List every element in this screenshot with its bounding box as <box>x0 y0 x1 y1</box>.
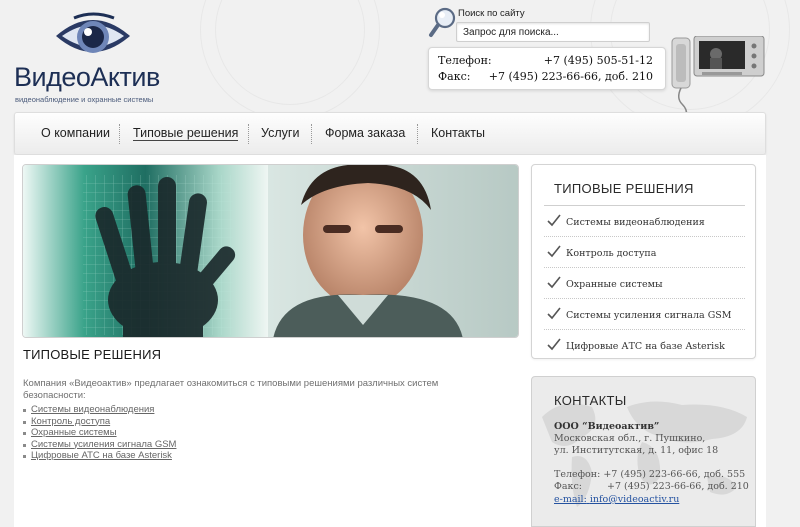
site-logo[interactable]: ВидеоАктив видеонаблюдение и охранные си… <box>14 12 184 104</box>
sidebar-item-label[interactable]: Контроль доступа <box>566 248 656 259</box>
fax-value: +7 (495) 223-66-66, доб. 210 <box>607 481 749 492</box>
checkmark-icon <box>547 276 561 289</box>
list-item[interactable]: Контроль доступа <box>22 416 176 428</box>
sidebar-item[interactable]: Контроль доступа <box>544 237 745 268</box>
intercom-phone-image <box>671 36 765 117</box>
phone-label: Телефон: <box>554 469 601 480</box>
contacts-sidebar: КОНТАКТЫ ООО “Видеоактив” Московская обл… <box>531 376 756 527</box>
nav-item-order-form[interactable]: Форма заказа <box>325 126 405 140</box>
email-link[interactable]: e-mail: info@videoactiv.ru <box>554 494 679 505</box>
sidebar-item[interactable]: Цифровые АТС на базе Asterisk <box>544 330 745 361</box>
email-label: e-mail: <box>554 494 587 505</box>
checkmark-icon <box>547 338 561 351</box>
checkmark-icon <box>547 214 561 227</box>
nav-item-about[interactable]: О компании <box>41 126 110 140</box>
fax-row: Факс: +7 (495) 223-66-66, доб. 210 <box>554 481 749 492</box>
nav-separator <box>311 124 312 144</box>
sidebar-item[interactable]: Охранные системы <box>544 268 745 299</box>
search-label: Поиск по сайту <box>458 8 525 19</box>
header-fax-row: Факс: +7 (495) 223-66-66, доб. 210 <box>438 70 653 86</box>
nav-item-services[interactable]: Услуги <box>261 126 299 140</box>
checkmark-icon <box>547 245 561 258</box>
site-search: Поиск по сайту <box>428 6 650 42</box>
sidebar-item-label[interactable]: Системы усиления сигнала GSM <box>566 310 732 321</box>
nav-separator <box>248 124 249 144</box>
list-item[interactable]: Системы усиления сигнала GSM <box>22 439 176 451</box>
solution-link[interactable]: Системы видеонаблюдения <box>31 404 154 415</box>
phone-value: +7 (495) 223-66-66, доб. 555 <box>603 469 746 480</box>
contacts-title: КОНТАКТЫ <box>554 393 627 408</box>
hero-banner-image <box>22 164 519 338</box>
logo-tagline: видеонаблюдение и охранные системы <box>15 95 154 104</box>
sidebar-item[interactable]: Системы усиления сигнала GSM <box>544 299 745 330</box>
nav-separator <box>119 124 120 144</box>
sidebar-item-label[interactable]: Системы видеонаблюдения <box>566 217 705 228</box>
nav-item-solutions[interactable]: Типовые решения <box>133 126 239 141</box>
checkmark-icon <box>547 307 561 320</box>
sidebar-item-label[interactable]: Охранные системы <box>566 279 663 290</box>
sidebar-title: ТИПОВЫЕ РЕШЕНИЯ <box>554 181 694 196</box>
nav-item-contacts[interactable]: Контакты <box>431 126 485 140</box>
solutions-link-list: Системы видеонаблюдения Контроль доступа… <box>22 404 176 462</box>
header-fax-value: +7 (495) 223-66-66, доб. 210 <box>488 70 653 83</box>
solutions-sidebar: ТИПОВЫЕ РЕШЕНИЯ Системы видеонаблюдения … <box>531 164 756 359</box>
eye-logo-icon <box>56 12 130 53</box>
solution-link[interactable]: Системы усиления сигнала GSM <box>31 439 176 450</box>
list-item[interactable]: Цифровые АТС на базе Asterisk <box>22 450 176 462</box>
sidebar-item[interactable]: Системы видеонаблюдения <box>544 206 745 237</box>
banner-illustration <box>23 165 518 337</box>
address-line-1: Московская обл., г. Пушкино, <box>554 433 706 444</box>
header-phone-label: Телефон: <box>438 54 492 67</box>
solution-link[interactable]: Контроль доступа <box>31 416 110 427</box>
sidebar-item-label[interactable]: Цифровые АТС на базе Asterisk <box>566 341 725 352</box>
solution-link[interactable]: Охранные системы <box>31 427 117 438</box>
header-phone-value: +7 (495) 505-51-12 <box>543 54 653 67</box>
nav-separator <box>417 124 418 144</box>
intro-text: Компания «Видеоактив» предлагает ознаком… <box>23 378 439 401</box>
phone-row: Телефон: +7 (495) 223-66-66, доб. 555 <box>554 469 745 480</box>
list-item[interactable]: Системы видеонаблюдения <box>22 404 176 416</box>
page-title: ТИПОВЫЕ РЕШЕНИЯ <box>23 347 162 362</box>
fax-label: Факс: <box>554 481 583 492</box>
header-fax-label: Факс: <box>438 70 471 83</box>
magnifier-icon[interactable] <box>428 6 458 40</box>
address-line-2: ул. Институтская, д. 11, офис 18 <box>554 445 719 456</box>
list-item[interactable]: Охранные системы <box>22 427 176 439</box>
email-value[interactable]: info@videoactiv.ru <box>590 494 679 505</box>
header-contacts: Телефон: +7 (495) 505-51-12 Факс: +7 (49… <box>428 47 666 90</box>
main-navigation: О компании Типовые решения Услуги Форма … <box>14 112 766 155</box>
logo-name: ВидеоАктив <box>14 62 160 92</box>
company-name: ООО “Видеоактив” <box>554 421 660 432</box>
solution-link[interactable]: Цифровые АТС на базе Asterisk <box>31 450 172 461</box>
search-input[interactable] <box>456 22 650 42</box>
header-phone-row: Телефон: +7 (495) 505-51-12 <box>438 54 653 70</box>
